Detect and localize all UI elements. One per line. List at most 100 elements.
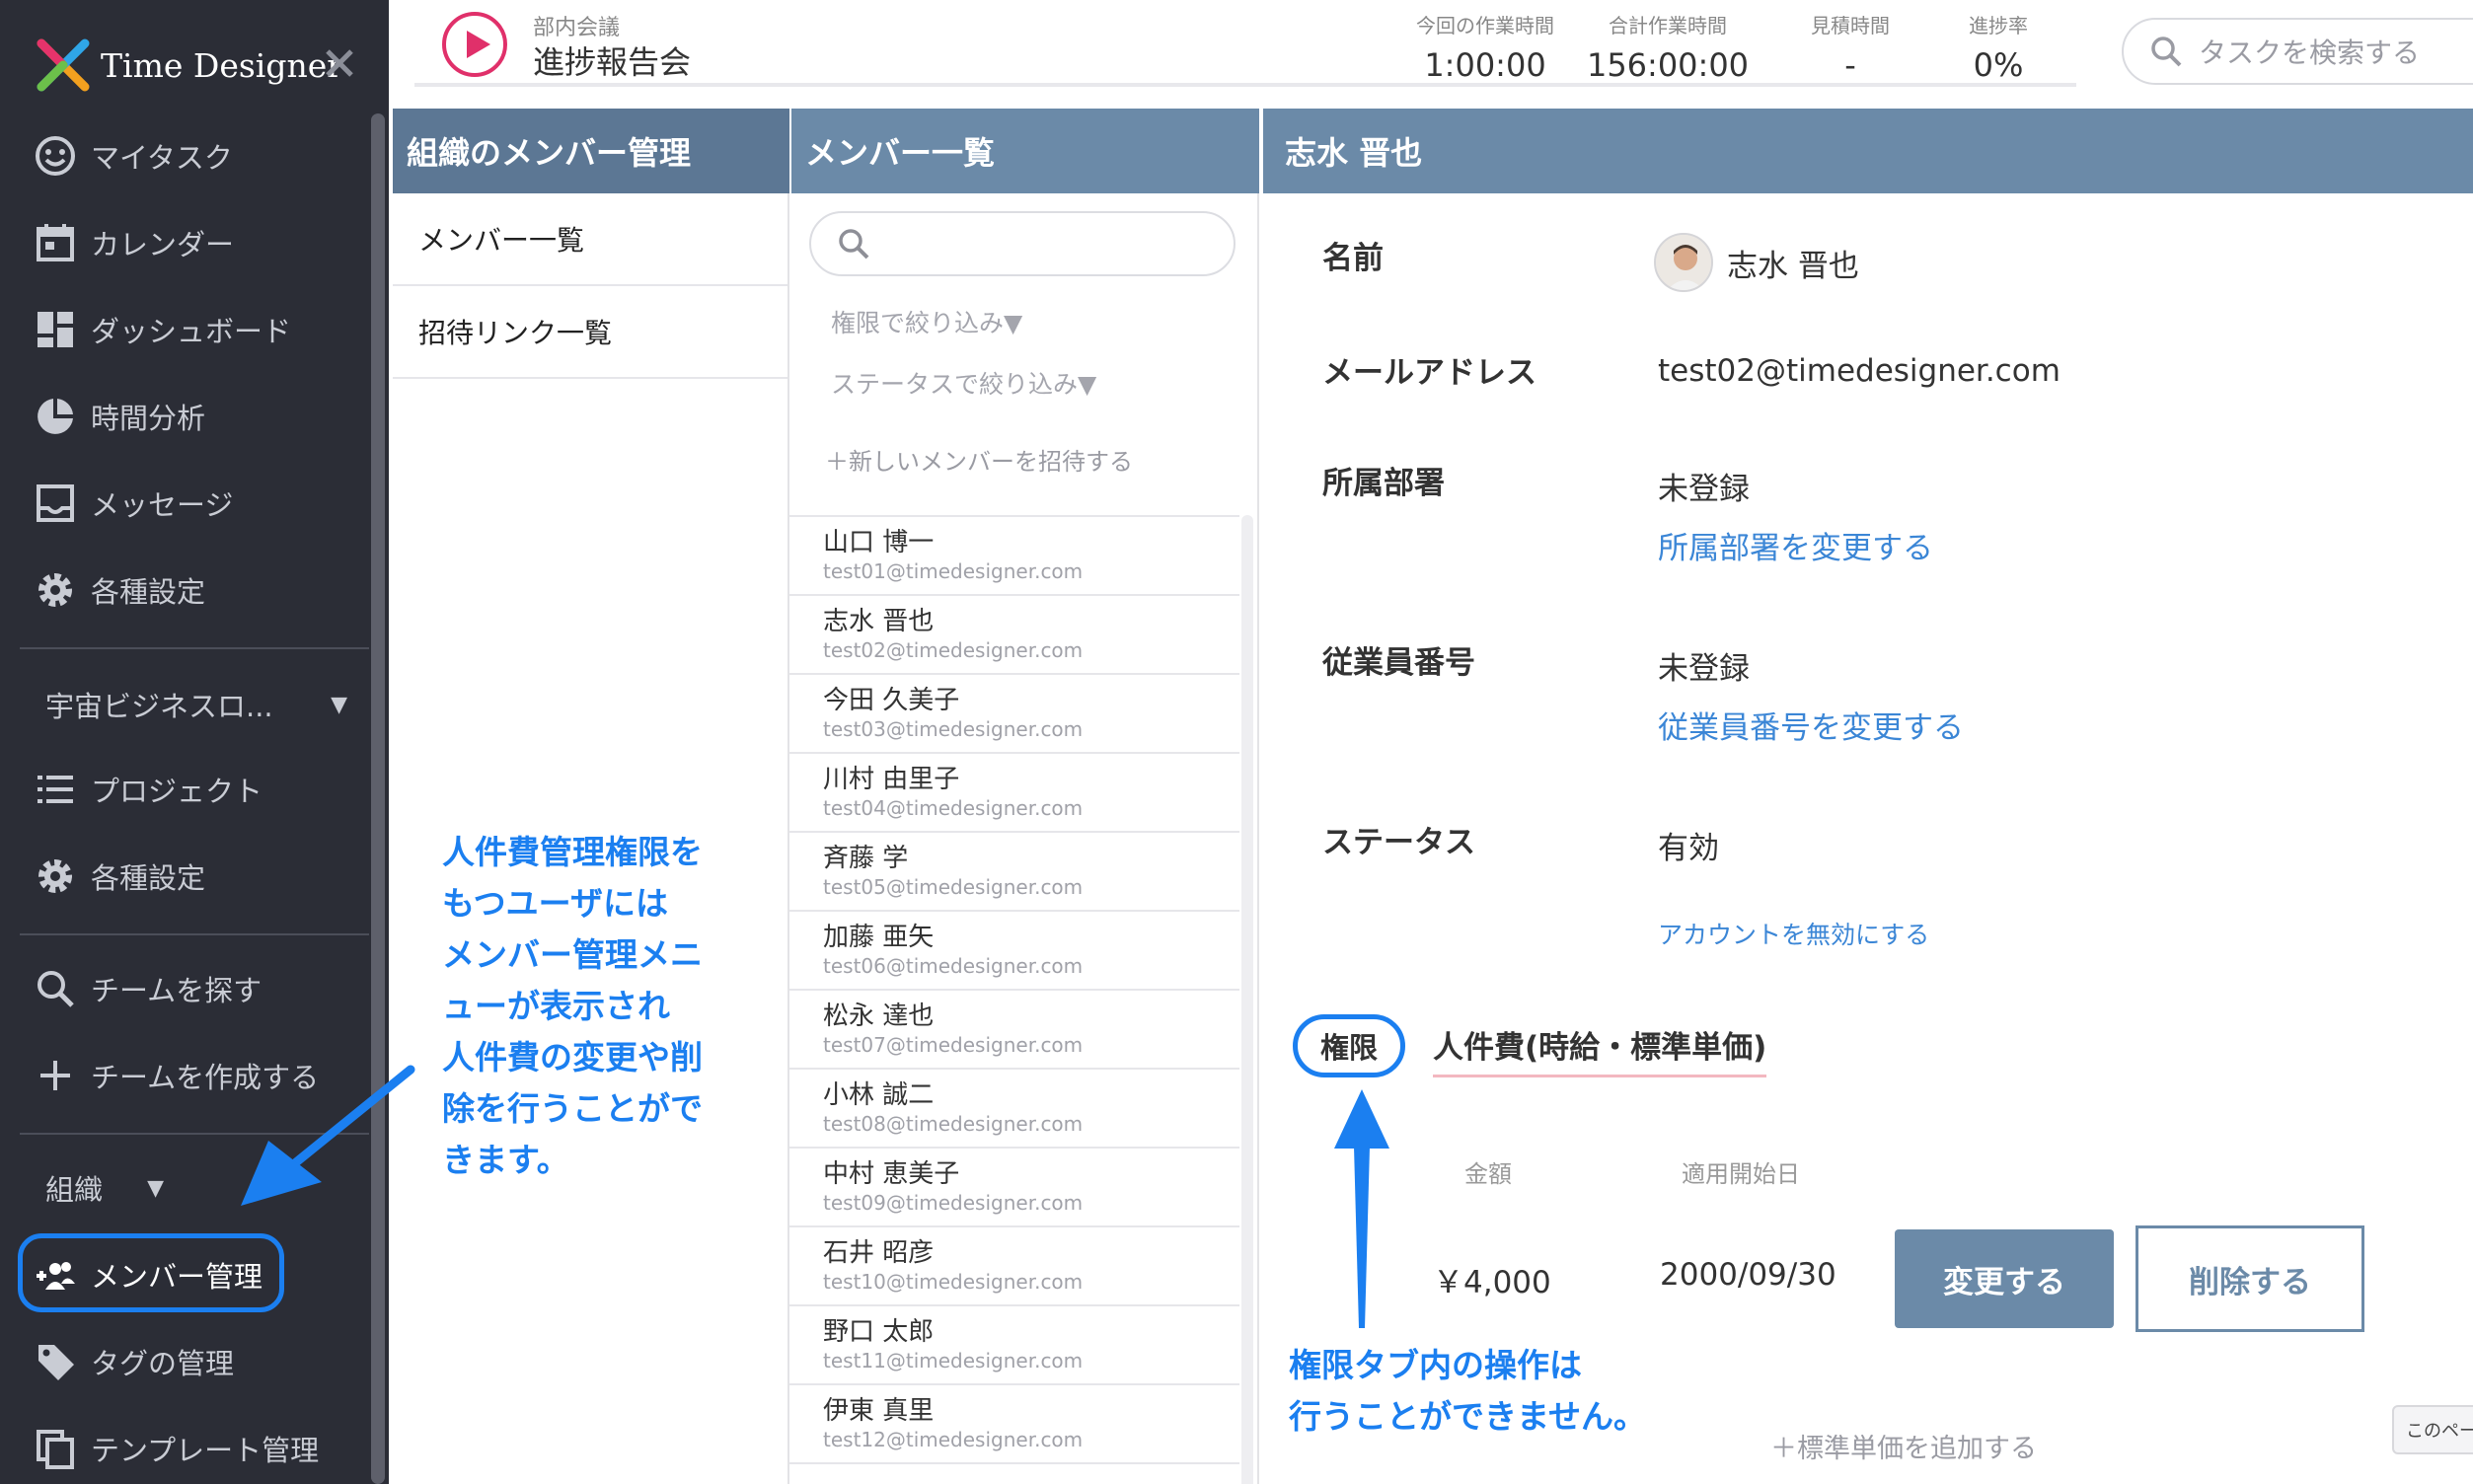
tab-labor-cost[interactable]: 人件費(時給・標準単価) (1433, 1022, 1767, 1077)
member-name: 山口 博一 (823, 528, 935, 557)
close-sidebar-icon[interactable] (322, 45, 357, 81)
filter-by-status[interactable]: ステータスで絞り込み▼ (831, 365, 1096, 401)
member-search-input[interactable] (809, 211, 1236, 276)
member-email: test08@timedesigner.com (823, 1112, 1084, 1136)
sidebar-item-member-management[interactable]: メンバー管理 (34, 1245, 262, 1304)
status-value: 有効 (1658, 831, 1719, 866)
delete-button[interactable]: 削除する (2136, 1225, 2364, 1332)
cost-amount: ￥4,000 (1433, 1265, 1551, 1300)
sidebar-item-label: 時間分析 (91, 402, 206, 435)
logo-x-icon (34, 36, 93, 95)
list-item[interactable]: 加藤 亜矢 test06@timedesigner.com (789, 912, 1239, 991)
header-divider (414, 83, 2076, 87)
gear-icon (34, 854, 77, 898)
name-label: 名前 (1322, 241, 1384, 276)
add-standard-rate-link[interactable]: ＋標準単価を追加する (1770, 1427, 2037, 1465)
stat-session-time: 今回の作業時間 1:00:00 (1411, 10, 1559, 84)
member-list-scrollbar[interactable] (1241, 515, 1253, 1484)
sidebar-item-label: プロジェクト (91, 775, 263, 808)
list-item[interactable]: 松永 達也 test07@timedesigner.com (789, 991, 1239, 1070)
cost-start-date: 2000/09/30 (1660, 1257, 1836, 1293)
list-item[interactable]: 山口 博一 test01@timedesigner.com (789, 517, 1239, 596)
change-employee-number-link[interactable]: 従業員番号を変更する (1658, 703, 1964, 747)
sidebar-item-messages[interactable]: メッセージ (34, 474, 233, 533)
logo[interactable]: Time Designer (34, 34, 342, 97)
sidebar-item-projects[interactable]: プロジェクト (34, 760, 262, 819)
calendar-icon (34, 221, 77, 264)
stat-label: 見積時間 (1811, 14, 1890, 37)
member-name: 加藤 亜矢 (823, 923, 935, 952)
employee-number-value: 未登録 (1658, 651, 1750, 687)
list-item[interactable]: 伊東 真里 test12@timedesigner.com (789, 1385, 1239, 1464)
sidebar-item-workspace-settings[interactable]: 各種設定 (34, 847, 205, 906)
member-list-panel: 権限で絞り込み▼ ステータスで絞り込み▼ ＋新しいメンバーを招待する 山口 博一… (789, 193, 1259, 1484)
copy-icon (34, 1427, 77, 1470)
workspace-select-label: 宇宙ビジネスロ... (45, 690, 273, 723)
member-email: test01@timedesigner.com (823, 559, 1084, 583)
sidebar-item-find-team[interactable]: チームを探す (34, 959, 262, 1018)
triangle-down-icon: ▼ (331, 692, 347, 717)
sidebar-item-label: ダッシュボード (91, 315, 292, 348)
org-member-management-title: 組織のメンバー管理 (393, 109, 789, 193)
list-item[interactable]: 中村 恵美子 test09@timedesigner.com (789, 1149, 1239, 1227)
avatar (1654, 233, 1713, 292)
sidebar-item-time-analysis[interactable]: 時間分析 (34, 387, 205, 446)
list-item[interactable]: 石井 昭彦 test10@timedesigner.com (789, 1227, 1239, 1306)
sidebar-item-calendar[interactable]: カレンダー (34, 213, 234, 272)
sidebar-scrollbar[interactable] (371, 113, 385, 1484)
change-button[interactable]: 変更する (1895, 1229, 2114, 1328)
task-search-input[interactable]: タスクを検索する (2122, 18, 2473, 85)
dashboard-icon (34, 308, 77, 351)
sidebar-divider (20, 933, 369, 935)
sidebar-item-label: マイタスク (91, 141, 233, 175)
annotation-up-arrow-icon (1334, 1089, 1389, 1328)
pie-chart-icon (34, 395, 77, 438)
email-label: メールアドレス (1322, 355, 1536, 391)
status-label: ステータス (1322, 825, 1475, 860)
list-item[interactable]: 志水 晋也 test02@timedesigner.com (789, 596, 1239, 675)
list-item[interactable]: 小林 誠二 test08@timedesigner.com (789, 1070, 1239, 1149)
menu-item-invite-links[interactable]: 招待リンク一覧 (393, 286, 787, 379)
triangle-down-icon: ▼ (147, 1175, 164, 1201)
list-item[interactable]: 川村 由里子 test04@timedesigner.com (789, 754, 1239, 833)
app-name: Time Designer (101, 45, 343, 85)
deactivate-account-link[interactable]: アカウントを無効にする (1658, 916, 1929, 951)
sidebar-item-label: 各種設定 (91, 575, 206, 609)
member-email: test05@timedesigner.com (823, 875, 1084, 899)
tab-permission[interactable]: 権限 (1293, 1014, 1405, 1077)
sidebar-item-tags[interactable]: タグの管理 (34, 1332, 234, 1391)
annotation-line: 人件費の変更や削 (442, 1038, 703, 1076)
play-button[interactable] (440, 10, 509, 79)
list-item[interactable]: 野口 太郎 test11@timedesigner.com (789, 1306, 1239, 1385)
invite-member-link[interactable]: ＋新しいメンバーを招待する (825, 442, 1133, 477)
sidebar-item-my-tasks[interactable]: マイタスク (34, 126, 233, 186)
workspace-select[interactable]: 宇宙ビジネスロ... ▼ (45, 675, 347, 734)
sidebar: Time Designer マイタスク カレンダー ダッシュボード 時間分析 メ… (0, 0, 389, 1484)
member-email: test09@timedesigner.com (823, 1191, 1084, 1215)
sidebar-item-settings[interactable]: 各種設定 (34, 560, 205, 620)
sidebar-item-dashboard[interactable]: ダッシュボード (34, 300, 291, 359)
stat-value: 1:00:00 (1424, 46, 1546, 84)
member-email: test12@timedesigner.com (823, 1428, 1084, 1451)
sidebar-item-templates[interactable]: テンプレート管理 (34, 1419, 319, 1478)
email-value: test02@timedesigner.com (1658, 353, 2061, 389)
change-department-link[interactable]: 所属部署を変更する (1658, 523, 1933, 567)
list-item[interactable]: 斉藤 学 test05@timedesigner.com (789, 833, 1239, 912)
filter-by-role[interactable]: 権限で絞り込み▼ (831, 304, 1022, 339)
list-item[interactable]: 今田 久美子 test03@timedesigner.com (789, 675, 1239, 754)
page-tooltip[interactable]: このペー (2392, 1405, 2473, 1454)
member-name: 中村 恵美子 (823, 1159, 960, 1189)
department-value: 未登録 (1658, 472, 1750, 507)
stat-value: 156:00:00 (1586, 46, 1750, 84)
stat-label: 合計作業時間 (1609, 14, 1727, 37)
org-select[interactable]: 組織 ▼ (45, 1158, 164, 1218)
smile-icon (34, 134, 77, 178)
menu-item-member-list[interactable]: メンバー一覧 (393, 193, 787, 286)
member-detail-panel: 名前 志水 晋也 メールアドレス test02@timedesigner.com… (1261, 193, 2473, 1484)
sidebar-item-label: テンプレート管理 (91, 1434, 320, 1467)
member-email: test11@timedesigner.com (823, 1349, 1084, 1373)
member-name: 斉藤 学 (823, 844, 909, 873)
employee-number-label: 従業員番号 (1322, 645, 1475, 681)
inbox-icon (34, 482, 77, 525)
annotation-line: 除を行うことがで (442, 1089, 703, 1128)
